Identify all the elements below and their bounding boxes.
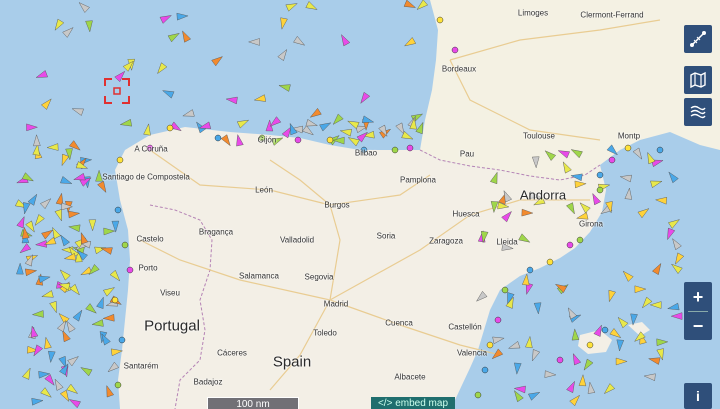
- anchored-vessel-marker[interactable]: [121, 241, 129, 249]
- anchored-vessel-marker[interactable]: [656, 146, 664, 154]
- measure-button[interactable]: [684, 25, 712, 53]
- anchored-vessel-marker[interactable]: [586, 341, 594, 349]
- anchored-vessel-marker[interactable]: [406, 144, 414, 152]
- city-label: Lleida: [496, 237, 518, 247]
- selected-vessel-marker[interactable]: [104, 78, 130, 104]
- country-label: Andorra: [519, 187, 567, 203]
- map-layers-icon: [690, 71, 706, 89]
- weather-button[interactable]: [684, 98, 712, 126]
- zoom-out-button[interactable]: −: [684, 312, 712, 340]
- anchored-vessel-marker[interactable]: [116, 156, 124, 164]
- info-button[interactable]: i: [684, 383, 712, 409]
- weather-icon: [690, 105, 706, 119]
- city-label: Toulouse: [522, 131, 556, 141]
- anchored-vessel-marker[interactable]: [486, 341, 494, 349]
- anchored-vessel-marker[interactable]: [494, 316, 502, 324]
- city-label: Cuenca: [385, 318, 413, 328]
- city-label: Gijón: [257, 135, 277, 145]
- anchored-vessel-marker[interactable]: [624, 144, 632, 152]
- anchored-vessel-marker[interactable]: [608, 156, 616, 164]
- map-view[interactable]: Limoges Clermont-Ferrand Bordeaux Toulou…: [0, 0, 720, 409]
- city-label: Segovia: [304, 272, 334, 282]
- anchored-vessel-marker[interactable]: [326, 136, 334, 144]
- city-label: Badajoz: [193, 377, 223, 387]
- city-label: León: [255, 185, 273, 195]
- city-label: Clermont-Ferrand: [580, 10, 644, 20]
- city-label: Castellón: [448, 322, 482, 332]
- city-label: Pamplona: [399, 175, 437, 185]
- anchored-vessel-marker[interactable]: [556, 356, 564, 364]
- city-label: Montp: [617, 131, 641, 141]
- city-label: Valladolid: [279, 235, 315, 245]
- anchored-vessel-marker[interactable]: [114, 206, 122, 214]
- city-label: Huesca: [452, 209, 480, 219]
- anchored-vessel-marker[interactable]: [566, 241, 574, 249]
- info-icon: i: [696, 388, 700, 404]
- city-label: Porto: [138, 263, 158, 273]
- city-label: Girona: [578, 219, 604, 229]
- scale-bar: 100 nm: [207, 397, 299, 409]
- anchored-vessel-marker[interactable]: [474, 391, 482, 399]
- anchored-vessel-marker[interactable]: [601, 326, 609, 334]
- embed-map-button[interactable]: </> embed map: [371, 397, 455, 409]
- city-label: Soria: [376, 231, 396, 241]
- anchored-vessel-marker[interactable]: [546, 258, 554, 266]
- city-label: Pau: [459, 149, 475, 159]
- anchored-vessel-marker[interactable]: [596, 186, 604, 194]
- map-layers-button[interactable]: [684, 66, 712, 94]
- anchored-vessel-marker[interactable]: [111, 296, 119, 304]
- city-label: Limoges: [517, 8, 549, 18]
- city-label: Zaragoza: [429, 236, 463, 246]
- measure-icon: [690, 31, 706, 47]
- anchored-vessel-marker[interactable]: [481, 366, 489, 374]
- city-label: Salamanca: [238, 271, 280, 281]
- city-label: Santiago de Compostela: [102, 172, 190, 182]
- anchored-vessel-marker[interactable]: [501, 286, 509, 294]
- anchored-vessel-marker[interactable]: [391, 146, 399, 154]
- city-label: Toledo: [313, 328, 337, 338]
- city-label: Cáceres: [217, 348, 247, 358]
- city-label: A Coruña: [134, 144, 168, 154]
- city-label: Albacete: [394, 372, 426, 382]
- anchored-vessel-marker[interactable]: [214, 134, 222, 142]
- city-label: Santarém: [123, 361, 159, 371]
- city-label: Valencia: [456, 348, 488, 358]
- anchored-vessel-marker[interactable]: [114, 381, 122, 389]
- city-label: Bilbao: [354, 148, 378, 158]
- zoom-controls: + −: [684, 282, 712, 340]
- map-base: [0, 0, 720, 409]
- city-label: Castelo: [136, 234, 164, 244]
- anchored-vessel-marker[interactable]: [596, 171, 604, 179]
- anchored-vessel-marker[interactable]: [166, 124, 174, 132]
- city-label: Bordeaux: [441, 64, 477, 74]
- city-label: Burgos: [324, 200, 350, 210]
- zoom-in-button[interactable]: +: [684, 283, 712, 311]
- city-label: Viseu: [160, 288, 180, 298]
- country-label: Portugal: [144, 317, 200, 335]
- anchored-vessel-marker[interactable]: [451, 46, 459, 54]
- city-label: Madrid: [323, 299, 349, 309]
- anchored-vessel-marker[interactable]: [126, 266, 134, 274]
- anchored-vessel-marker[interactable]: [526, 266, 534, 274]
- anchored-vessel-marker[interactable]: [576, 236, 584, 244]
- anchored-vessel-marker[interactable]: [436, 16, 444, 24]
- anchored-vessel-marker[interactable]: [118, 336, 126, 344]
- anchored-vessel-marker[interactable]: [294, 136, 302, 144]
- city-label: Bragança: [198, 227, 234, 237]
- country-label: Spain: [272, 353, 312, 371]
